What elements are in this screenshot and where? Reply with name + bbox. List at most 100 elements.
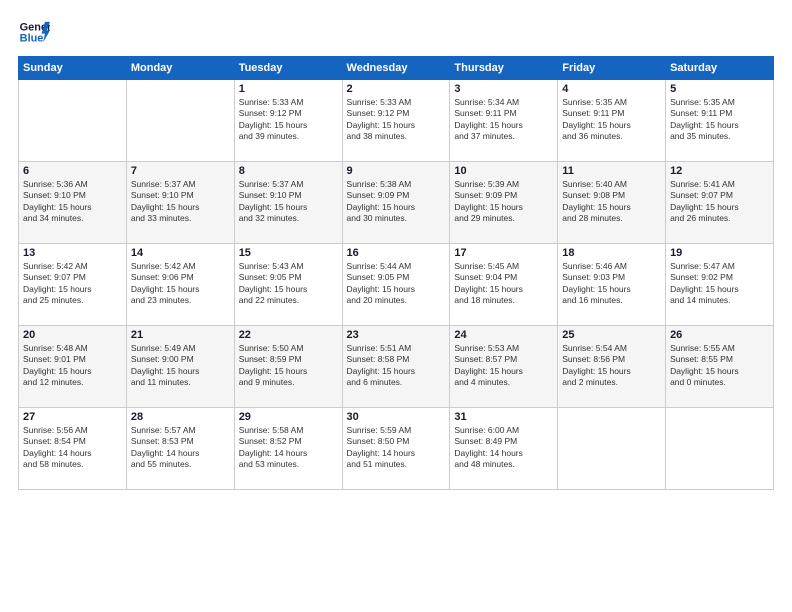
day-number: 17 xyxy=(454,247,553,259)
day-number: 7 xyxy=(131,165,230,177)
day-number: 20 xyxy=(23,329,122,341)
logo: General Blue xyxy=(18,18,50,46)
page: General Blue SundayMondayTuesdayWednesda… xyxy=(0,0,792,612)
day-number: 1 xyxy=(239,83,338,95)
day-info: Sunrise: 5:38 AM Sunset: 9:09 PM Dayligh… xyxy=(347,179,446,225)
calendar-cell: 7 Sunrise: 5:37 AM Sunset: 9:10 PM Daylig… xyxy=(126,162,234,244)
day-number: 6 xyxy=(23,165,122,177)
calendar-cell: 29 Sunrise: 5:58 AM Sunset: 8:52 PM Dayli… xyxy=(234,408,342,490)
calendar-cell: 3 Sunrise: 5:34 AM Sunset: 9:11 PM Daylig… xyxy=(450,80,558,162)
calendar-cell: 30 Sunrise: 5:59 AM Sunset: 8:50 PM Dayli… xyxy=(342,408,450,490)
calendar-week-row: 27 Sunrise: 5:56 AM Sunset: 8:54 PM Dayli… xyxy=(19,408,774,490)
day-number: 31 xyxy=(454,411,553,423)
calendar-cell: 26Sunrise: 5:55 AM Sunset: 8:55 PM Dayli… xyxy=(666,326,774,408)
day-number: 14 xyxy=(131,247,230,259)
calendar-cell: 6 Sunrise: 5:36 AM Sunset: 9:10 PM Daylig… xyxy=(19,162,127,244)
day-number: 22 xyxy=(239,329,338,341)
calendar-cell: 24Sunrise: 5:53 AM Sunset: 8:57 PM Dayli… xyxy=(450,326,558,408)
day-number: 4 xyxy=(562,83,661,95)
day-info: Sunrise: 5:45 AM Sunset: 9:04 PM Dayligh… xyxy=(454,261,553,307)
weekday-header: Wednesday xyxy=(342,57,450,80)
day-number: 12 xyxy=(670,165,769,177)
day-number: 8 xyxy=(239,165,338,177)
day-number: 2 xyxy=(347,83,446,95)
calendar-cell: 21Sunrise: 5:49 AM Sunset: 9:00 PM Dayli… xyxy=(126,326,234,408)
calendar-cell: 22Sunrise: 5:50 AM Sunset: 8:59 PM Dayli… xyxy=(234,326,342,408)
day-number: 11 xyxy=(562,165,661,177)
day-info: Sunrise: 5:51 AM Sunset: 8:58 PM Dayligh… xyxy=(347,343,446,389)
day-info: Sunrise: 5:33 AM Sunset: 9:12 PM Dayligh… xyxy=(239,97,338,143)
calendar-cell: 23 Sunrise: 5:51 AM Sunset: 8:58 PM Dayli… xyxy=(342,326,450,408)
day-number: 27 xyxy=(23,411,122,423)
day-info: Sunrise: 5:48 AM Sunset: 9:01 PM Dayligh… xyxy=(23,343,122,389)
day-number: 9 xyxy=(347,165,446,177)
calendar-cell: 10 Sunrise: 5:39 AM Sunset: 9:09 PM Dayli… xyxy=(450,162,558,244)
day-info: Sunrise: 5:58 AM Sunset: 8:52 PM Dayligh… xyxy=(239,425,338,471)
day-info: Sunrise: 5:56 AM Sunset: 8:54 PM Dayligh… xyxy=(23,425,122,471)
weekday-header: Tuesday xyxy=(234,57,342,80)
day-info: Sunrise: 5:37 AM Sunset: 9:10 PM Dayligh… xyxy=(131,179,230,225)
weekday-header: Monday xyxy=(126,57,234,80)
day-info: Sunrise: 5:54 AM Sunset: 8:56 PM Dayligh… xyxy=(562,343,661,389)
calendar-week-row: 20 Sunrise: 5:48 AM Sunset: 9:01 PM Dayli… xyxy=(19,326,774,408)
day-info: Sunrise: 5:42 AM Sunset: 9:07 PM Dayligh… xyxy=(23,261,122,307)
calendar-cell: 18Sunrise: 5:46 AM Sunset: 9:03 PM Dayli… xyxy=(558,244,666,326)
svg-text:Blue: Blue xyxy=(20,32,44,44)
calendar-cell: 17 Sunrise: 5:45 AM Sunset: 9:04 PM Dayli… xyxy=(450,244,558,326)
day-number: 3 xyxy=(454,83,553,95)
day-info: Sunrise: 5:53 AM Sunset: 8:57 PM Dayligh… xyxy=(454,343,553,389)
day-info: Sunrise: 5:36 AM Sunset: 9:10 PM Dayligh… xyxy=(23,179,122,225)
day-info: Sunrise: 5:41 AM Sunset: 9:07 PM Dayligh… xyxy=(670,179,769,225)
day-number: 23 xyxy=(347,329,446,341)
calendar-cell: 5Sunrise: 5:35 AM Sunset: 9:11 PM Daylig… xyxy=(666,80,774,162)
day-number: 18 xyxy=(562,247,661,259)
day-number: 10 xyxy=(454,165,553,177)
calendar-cell: 11Sunrise: 5:40 AM Sunset: 9:08 PM Dayli… xyxy=(558,162,666,244)
day-info: Sunrise: 5:35 AM Sunset: 9:11 PM Dayligh… xyxy=(670,97,769,143)
calendar-cell: 16Sunrise: 5:44 AM Sunset: 9:05 PM Dayli… xyxy=(342,244,450,326)
calendar-cell xyxy=(19,80,127,162)
calendar-cell: 8 Sunrise: 5:37 AM Sunset: 9:10 PM Daylig… xyxy=(234,162,342,244)
calendar-cell: 13 Sunrise: 5:42 AM Sunset: 9:07 PM Dayli… xyxy=(19,244,127,326)
day-info: Sunrise: 5:42 AM Sunset: 9:06 PM Dayligh… xyxy=(131,261,230,307)
day-number: 13 xyxy=(23,247,122,259)
calendar-cell: 20 Sunrise: 5:48 AM Sunset: 9:01 PM Dayli… xyxy=(19,326,127,408)
calendar-cell: 12 Sunrise: 5:41 AM Sunset: 9:07 PM Dayli… xyxy=(666,162,774,244)
day-number: 19 xyxy=(670,247,769,259)
calendar-week-row: 13 Sunrise: 5:42 AM Sunset: 9:07 PM Dayli… xyxy=(19,244,774,326)
day-info: Sunrise: 5:39 AM Sunset: 9:09 PM Dayligh… xyxy=(454,179,553,225)
day-info: Sunrise: 5:59 AM Sunset: 8:50 PM Dayligh… xyxy=(347,425,446,471)
day-info: Sunrise: 5:49 AM Sunset: 9:00 PM Dayligh… xyxy=(131,343,230,389)
calendar-week-row: 1 Sunrise: 5:33 AM Sunset: 9:12 PM Daylig… xyxy=(19,80,774,162)
day-number: 15 xyxy=(239,247,338,259)
calendar-cell xyxy=(126,80,234,162)
day-number: 25 xyxy=(562,329,661,341)
day-number: 16 xyxy=(347,247,446,259)
day-info: Sunrise: 6:00 AM Sunset: 8:49 PM Dayligh… xyxy=(454,425,553,471)
calendar-cell: 19 Sunrise: 5:47 AM Sunset: 9:02 PM Dayli… xyxy=(666,244,774,326)
day-info: Sunrise: 5:34 AM Sunset: 9:11 PM Dayligh… xyxy=(454,97,553,143)
logo-icon: General Blue xyxy=(18,18,50,46)
weekday-header: Friday xyxy=(558,57,666,80)
weekday-header-row: SundayMondayTuesdayWednesdayThursdayFrid… xyxy=(19,57,774,80)
calendar-cell: 28Sunrise: 5:57 AM Sunset: 8:53 PM Dayli… xyxy=(126,408,234,490)
calendar-cell: 25 Sunrise: 5:54 AM Sunset: 8:56 PM Dayli… xyxy=(558,326,666,408)
header: General Blue xyxy=(18,18,774,46)
weekday-header: Saturday xyxy=(666,57,774,80)
calendar-cell: 2 Sunrise: 5:33 AM Sunset: 9:12 PM Daylig… xyxy=(342,80,450,162)
calendar-cell: 27 Sunrise: 5:56 AM Sunset: 8:54 PM Dayli… xyxy=(19,408,127,490)
day-number: 29 xyxy=(239,411,338,423)
calendar: SundayMondayTuesdayWednesdayThursdayFrid… xyxy=(18,56,774,490)
day-info: Sunrise: 5:47 AM Sunset: 9:02 PM Dayligh… xyxy=(670,261,769,307)
day-info: Sunrise: 5:35 AM Sunset: 9:11 PM Dayligh… xyxy=(562,97,661,143)
calendar-week-row: 6 Sunrise: 5:36 AM Sunset: 9:10 PM Daylig… xyxy=(19,162,774,244)
calendar-cell: 14 Sunrise: 5:42 AM Sunset: 9:06 PM Dayli… xyxy=(126,244,234,326)
day-number: 26 xyxy=(670,329,769,341)
day-info: Sunrise: 5:37 AM Sunset: 9:10 PM Dayligh… xyxy=(239,179,338,225)
day-info: Sunrise: 5:33 AM Sunset: 9:12 PM Dayligh… xyxy=(347,97,446,143)
calendar-cell: 9 Sunrise: 5:38 AM Sunset: 9:09 PM Daylig… xyxy=(342,162,450,244)
calendar-cell xyxy=(558,408,666,490)
day-number: 30 xyxy=(347,411,446,423)
calendar-cell xyxy=(666,408,774,490)
calendar-cell: 1 Sunrise: 5:33 AM Sunset: 9:12 PM Daylig… xyxy=(234,80,342,162)
